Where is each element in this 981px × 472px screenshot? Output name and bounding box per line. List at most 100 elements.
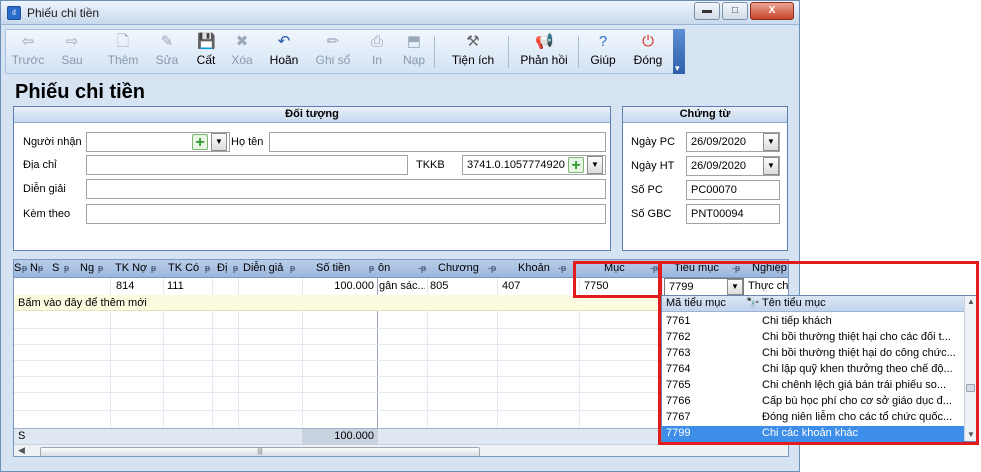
dia-chi-label: Địa chỉ: [23, 159, 57, 171]
cell-tk-no[interactable]: 814: [116, 280, 134, 292]
col-header[interactable]: Ng: [80, 262, 94, 274]
scroll-left-icon[interactable]: ◀: [18, 445, 25, 456]
col-header[interactable]: TK Nợ: [115, 262, 147, 274]
col-header[interactable]: Số tiền: [316, 262, 350, 274]
dropdown-row[interactable]: 7766 Cấp bù học phí cho cơ sở giáo dục đ.…: [662, 394, 964, 410]
dropdown-row[interactable]: 7763 Chi bồi thường thiệt hại do công chứ…: [662, 346, 964, 362]
col-header[interactable]: TK Có: [168, 262, 199, 274]
col-header[interactable]: Chương: [438, 262, 479, 274]
pin-icon[interactable]: ᵽ: [290, 263, 295, 273]
dropdown-row[interactable]: 7764 Chi lập quỹ khen thưởng theo chế độ.…: [662, 362, 964, 378]
new-document-icon: 🗋: [116, 33, 130, 50]
tkkb-input[interactable]: 3741.0.1057774920: [462, 155, 606, 175]
next-button[interactable]: ⇨ Sau: [52, 32, 92, 72]
utilities-button[interactable]: ⚒ Tiện ích: [442, 32, 504, 72]
chevron-down-icon: ▾: [675, 63, 680, 73]
footer-total: 100.000: [334, 430, 374, 442]
ngay-pc-dropdown-button[interactable]: ▼: [763, 133, 779, 151]
edit-button[interactable]: ✎ Sửa: [148, 32, 186, 72]
add-account-icon[interactable]: +: [568, 157, 584, 174]
maximize-button[interactable]: □: [722, 2, 748, 20]
col-header[interactable]: S: [14, 262, 21, 274]
cell-khoan[interactable]: 407: [502, 280, 520, 292]
add-button[interactable]: 🗋 Thêm: [104, 32, 142, 72]
dropdown-scrollbar[interactable]: ▲ ▼: [964, 296, 976, 441]
cell-so-tien[interactable]: 100.000: [324, 280, 374, 292]
tieu-muc-dropdown-list[interactable]: Mã tiểu mục 🔭 Tên tiểu mục 7761 Chi tiếp …: [661, 295, 976, 442]
pin-icon[interactable]: ᵽ: [205, 263, 210, 273]
dropdown-row-selected[interactable]: 7799 Chi các khoản khác: [662, 426, 964, 442]
undo-icon: ↶: [277, 33, 291, 50]
nguoi-nhan-dropdown-button[interactable]: ▼: [211, 133, 227, 151]
pin-icon[interactable]: ᵽ: [98, 263, 103, 273]
dropdown-row[interactable]: 7762 Chi bồi thường thiệt hại cho các đối…: [662, 330, 964, 346]
close-form-button[interactable]: ⏻ Đóng: [628, 32, 668, 72]
feedback-button[interactable]: 📢 Phản hồi: [516, 32, 572, 72]
nguoi-nhan-input[interactable]: [86, 132, 230, 152]
kem-theo-input[interactable]: [86, 204, 606, 224]
close-window-button[interactable]: X: [750, 2, 794, 20]
tkkb-dropdown-button[interactable]: ▼: [587, 156, 603, 174]
dien-giai-input[interactable]: [86, 179, 606, 199]
col-header[interactable]: S: [52, 262, 59, 274]
nguoi-nhan-label: Người nhận: [23, 136, 82, 148]
highlight-muc: [573, 261, 662, 298]
delete-button[interactable]: ✖ Xóa: [226, 32, 258, 72]
toolbar-separator: [578, 36, 579, 68]
form-title: Phiếu chi tiền: [15, 81, 146, 103]
load-button[interactable]: ⬒ Nạp: [398, 32, 430, 72]
scroll-down-icon[interactable]: ▼: [967, 430, 975, 439]
window-title: Phiếu chi tiền: [27, 6, 100, 20]
cell-chuong[interactable]: 805: [430, 280, 448, 292]
doi-tuong-heading: Đối tượng: [14, 107, 610, 123]
dropdown-row[interactable]: 7761 Chi tiếp khách: [662, 314, 964, 330]
pin-icon[interactable]: ᵽ: [151, 263, 156, 273]
ho-ten-label: Họ tên: [231, 136, 264, 148]
col-header[interactable]: Diễn giả: [243, 262, 283, 274]
tools-icon: ⚒: [466, 33, 480, 50]
pin-icon[interactable]: -ᵽ: [488, 263, 496, 273]
so-gbc-label: Số GBC: [631, 208, 672, 220]
pencil-icon: ✏: [326, 33, 340, 50]
pin-icon[interactable]: -ᵽ: [558, 263, 566, 273]
undo-button[interactable]: ↶ Hoãn: [264, 32, 304, 72]
dien-giai-label: Diễn giải: [23, 183, 66, 195]
so-gbc-input[interactable]: PNT00094: [686, 204, 780, 224]
col-header[interactable]: Khoản: [518, 262, 550, 274]
ngay-ht-dropdown-button[interactable]: ▼: [763, 157, 779, 175]
post-ledger-button[interactable]: ✏ Ghi sổ: [312, 32, 354, 72]
print-button[interactable]: ⎙ In: [360, 32, 394, 72]
pin-icon[interactable]: ᵽ: [64, 263, 69, 273]
pin-icon[interactable]: -ᵽ: [418, 263, 426, 273]
dropdown-row[interactable]: 7767 Đóng niên liễm cho các tổ chức quốc.…: [662, 410, 964, 426]
pin-icon[interactable]: ᵽ: [38, 263, 43, 273]
chung-tu-group: Chứng từ Ngày PC 26/09/2020 ▼ Ngày HT 26…: [622, 106, 788, 251]
pin-icon[interactable]: ᵽ: [369, 263, 374, 273]
col-header[interactable]: Đị: [217, 262, 227, 274]
save-button[interactable]: 💾 Cất: [190, 32, 222, 72]
cell-nguon[interactable]: gân sác...: [379, 280, 425, 292]
dropdown-header: Mã tiểu mục 🔭 Tên tiểu mục: [662, 296, 964, 312]
tkkb-label: TKKB: [416, 159, 445, 171]
minimize-button[interactable]: ▬: [694, 2, 720, 20]
previous-button[interactable]: ⇦ Trước: [8, 32, 48, 72]
ngay-ht-label: Ngày HT: [631, 160, 675, 172]
so-pc-input[interactable]: PC00070: [686, 180, 780, 200]
binoculars-icon[interactable]: 🔭: [746, 297, 760, 310]
cell-tk-co[interactable]: 111: [167, 280, 184, 292]
scroll-up-icon[interactable]: ▲: [967, 297, 975, 306]
dia-chi-input[interactable]: [86, 155, 408, 175]
dropdown-row[interactable]: 7765 Chi chênh lệch giá bán trái phiếu so…: [662, 378, 964, 394]
col-header[interactable]: N: [30, 262, 38, 274]
pin-icon[interactable]: ᵽ: [22, 263, 27, 273]
scroll-thumb[interactable]: [966, 384, 975, 392]
pin-icon[interactable]: ᵽ: [233, 263, 238, 273]
add-recipient-icon[interactable]: +: [192, 134, 208, 151]
col-header[interactable]: ôn: [378, 262, 390, 274]
footer-total-cell: 100.000: [302, 429, 378, 444]
scroll-thumb[interactable]: |||: [40, 447, 480, 456]
toolbar-overflow-button[interactable]: ▾: [673, 29, 685, 74]
ho-ten-input[interactable]: [269, 132, 606, 152]
horizontal-scrollbar[interactable]: ◀ |||: [14, 444, 788, 456]
help-button[interactable]: ? Giúp: [586, 32, 620, 72]
